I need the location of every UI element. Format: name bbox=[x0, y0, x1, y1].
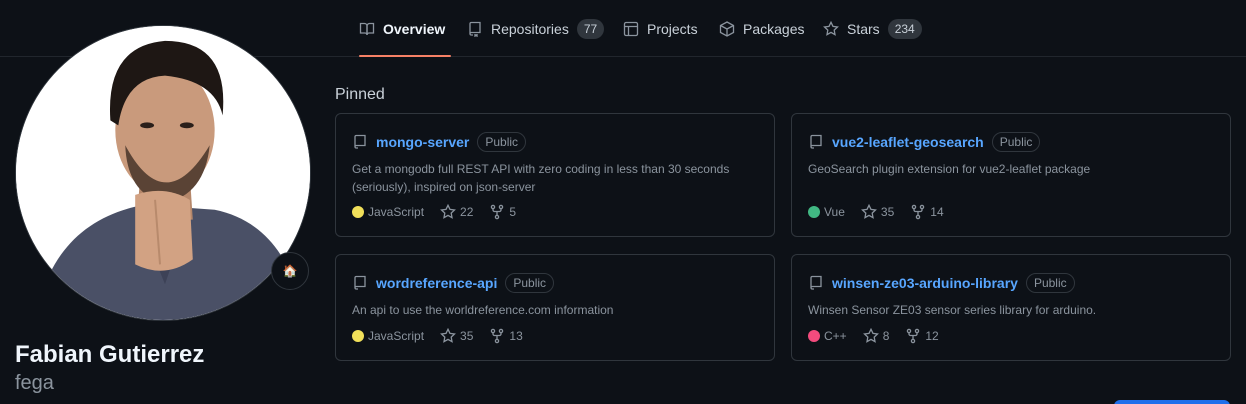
star-icon bbox=[860, 204, 877, 219]
forks-count: 12 bbox=[925, 329, 939, 343]
repo-language: JavaScript bbox=[352, 205, 424, 219]
tab-projects[interactable]: Projects bbox=[623, 0, 698, 57]
forks-count: 13 bbox=[509, 329, 523, 343]
visibility-badge: Public bbox=[1025, 273, 1075, 293]
repo-icon bbox=[808, 275, 824, 291]
repo-stars-link[interactable]: 22 bbox=[440, 204, 473, 220]
repo-forks-link[interactable]: 5 bbox=[489, 204, 516, 220]
language-name: JavaScript bbox=[368, 329, 425, 343]
forks-count: 5 bbox=[509, 205, 517, 219]
stars-count: 35 bbox=[880, 205, 895, 219]
fork-icon bbox=[912, 204, 925, 220]
tab-label: Stars bbox=[847, 20, 880, 37]
fork-icon bbox=[491, 328, 504, 344]
pinned-repo-card: wordreference-api Public An api to use t… bbox=[335, 254, 775, 361]
repo-forks-link[interactable]: 12 bbox=[905, 328, 939, 344]
language-color-dot bbox=[808, 330, 820, 342]
stars-count: 22 bbox=[460, 205, 474, 219]
tab-label: Repositories bbox=[491, 20, 569, 37]
repo-description: Winsen Sensor ZE03 sensor series library… bbox=[808, 303, 1097, 317]
package-icon bbox=[719, 20, 735, 37]
repo-description: Get a mongodb full REST API with zero co… bbox=[352, 162, 730, 194]
repo-forks-link[interactable]: 13 bbox=[489, 328, 523, 344]
repo-name-link[interactable]: mongo-server bbox=[376, 134, 469, 150]
avatar-photo bbox=[16, 26, 310, 320]
repo-language: JavaScript bbox=[352, 329, 424, 343]
star-icon bbox=[823, 20, 839, 37]
language-color-dot bbox=[808, 206, 820, 218]
repo-icon bbox=[808, 134, 824, 150]
tab-label: Overview bbox=[383, 20, 446, 37]
avatar[interactable] bbox=[15, 25, 311, 321]
repo-name-link[interactable]: winsen-ze03-arduino-library bbox=[832, 275, 1018, 291]
star-icon bbox=[440, 204, 456, 219]
repo-description: GeoSearch plugin extension for vue2-leaf… bbox=[808, 162, 1091, 176]
repo-language: Vue bbox=[808, 205, 845, 219]
pinned-repo-card: mongo-server Public Get a mongodb full R… bbox=[335, 113, 775, 237]
stars-count: 8 bbox=[882, 329, 890, 343]
repo-icon bbox=[467, 21, 483, 37]
repo-name-link[interactable]: vue2-leaflet-geosearch bbox=[832, 134, 984, 150]
repositories-count-badge: 77 bbox=[576, 18, 605, 39]
stars-count: 35 bbox=[460, 329, 474, 343]
language-name: Vue bbox=[824, 205, 845, 219]
repo-stars-link[interactable]: 8 bbox=[862, 328, 890, 344]
tab-label: Packages bbox=[743, 20, 805, 37]
language-name: JavaScript bbox=[368, 205, 425, 219]
repo-forks-link[interactable]: 14 bbox=[910, 204, 944, 220]
language-name: C++ bbox=[824, 329, 847, 343]
visibility-badge: Public bbox=[505, 273, 555, 293]
tab-overview[interactable]: Overview bbox=[359, 0, 451, 57]
repo-name-link[interactable]: wordreference-api bbox=[376, 275, 497, 291]
star-icon bbox=[862, 328, 879, 343]
status-emoji-button[interactable]: 🏠 bbox=[271, 252, 309, 290]
pinned-repo-card: winsen-ze03-arduino-library Public Winse… bbox=[791, 254, 1231, 361]
repo-stars-link[interactable]: 35 bbox=[440, 328, 473, 344]
language-color-dot bbox=[352, 330, 364, 342]
visibility-badge: Public bbox=[991, 132, 1041, 152]
visibility-badge: Public bbox=[477, 132, 527, 152]
tab-label: Projects bbox=[647, 20, 698, 37]
stars-count-badge: 234 bbox=[887, 18, 922, 39]
fork-icon bbox=[907, 328, 920, 344]
repo-stars-link[interactable]: 35 bbox=[860, 204, 895, 220]
tab-packages[interactable]: Packages bbox=[719, 0, 804, 57]
star-icon bbox=[440, 328, 456, 343]
forks-count: 14 bbox=[930, 205, 944, 219]
repo-icon bbox=[352, 134, 368, 150]
profile-username: fega bbox=[15, 372, 54, 394]
tab-repositories[interactable]: Repositories 77 bbox=[467, 0, 605, 57]
house-icon: 🏠 bbox=[282, 264, 298, 278]
profile-full-name: Fabian Gutierrez bbox=[15, 341, 205, 368]
partial-button[interactable] bbox=[1114, 400, 1230, 404]
table-icon bbox=[623, 21, 639, 37]
fork-icon bbox=[491, 204, 504, 220]
book-icon bbox=[359, 21, 375, 37]
tab-stars[interactable]: Stars 234 bbox=[823, 0, 922, 57]
language-color-dot bbox=[352, 206, 364, 218]
pinned-repo-card: vue2-leaflet-geosearch Public GeoSearch … bbox=[791, 113, 1231, 237]
repo-description: An api to use the worldreference.com inf… bbox=[352, 303, 614, 317]
repo-icon bbox=[352, 275, 368, 291]
pinned-heading: Pinned bbox=[335, 86, 385, 103]
repo-language: C++ bbox=[808, 329, 847, 343]
